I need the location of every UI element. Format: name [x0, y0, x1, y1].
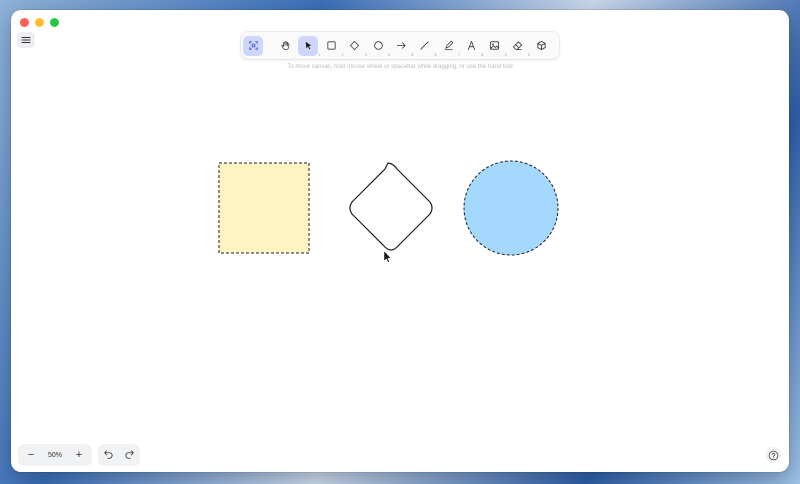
app-window: 1 2 3 4 5 6 7 8 9 0 To move canvas, hold… — [11, 10, 789, 472]
rectangle-shape[interactable] — [218, 162, 310, 254]
zoom-out-button[interactable]: − — [24, 444, 38, 466]
zoom-level[interactable]: 50% — [48, 452, 62, 459]
history-controls — [98, 444, 140, 466]
zoom-in-button[interactable]: + — [72, 444, 86, 466]
help-button[interactable] — [765, 447, 781, 463]
zoom-controls: − 50% + — [18, 444, 92, 466]
undo-button[interactable] — [103, 446, 114, 464]
ellipse-shape[interactable] — [463, 160, 559, 256]
drawing-canvas[interactable] — [11, 10, 789, 472]
mouse-cursor-icon — [383, 250, 392, 263]
help-icon — [768, 450, 778, 460]
redo-icon — [125, 450, 134, 459]
redo-button[interactable] — [124, 446, 135, 464]
diamond-shape[interactable] — [349, 162, 433, 251]
undo-icon — [104, 450, 113, 459]
